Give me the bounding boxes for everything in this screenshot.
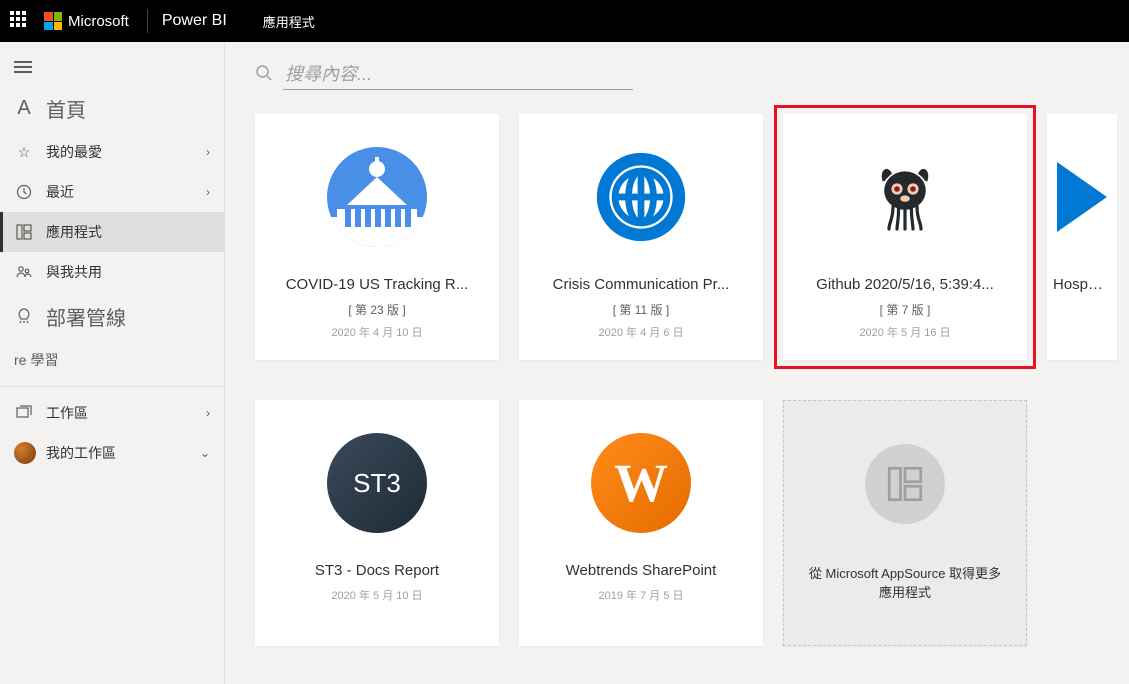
nav-learn[interactable]: re 學習 <box>0 340 224 380</box>
app-title: Crisis Communication Pr... <box>519 276 763 293</box>
nav-label: 部署管線 <box>46 302 126 331</box>
nav-pipelines[interactable]: 部署管線 <box>0 292 224 340</box>
app-version: [ 第 7 版 ] <box>880 301 931 318</box>
microsoft-logo: Microsoft <box>44 12 129 30</box>
main-content: COVID-19 US Tracking R... [ 第 23 版 ] 202… <box>225 42 1129 684</box>
app-date: 2020 年 4 月 10 日 <box>331 324 422 340</box>
apps-placeholder-icon <box>865 444 945 524</box>
nav-label: 我的最愛 <box>46 142 102 162</box>
product-name[interactable]: Power BI <box>162 12 227 30</box>
nav-label: 應用程式 <box>46 222 102 242</box>
nav-apps[interactable]: 應用程式 <box>0 212 224 252</box>
home-icon: A <box>14 97 34 120</box>
app-date: 2019 年 7 月 5 日 <box>599 587 684 603</box>
search-icon <box>255 64 273 87</box>
app-icon <box>1047 142 1117 252</box>
app-card-hospital[interactable]: Hospital <box>1047 114 1117 360</box>
app-card-webtrends[interactable]: W Webtrends SharePoint 2019 年 7 月 5 日 <box>519 400 763 646</box>
chevron-down-icon: ⌄ <box>200 446 210 460</box>
nav-label: 最近 <box>46 182 74 202</box>
apps-icon <box>14 224 34 240</box>
app-title: COVID-19 US Tracking R... <box>255 276 499 293</box>
app-card-crisis[interactable]: Crisis Communication Pr... [ 第 11 版 ] 20… <box>519 114 763 360</box>
nav-label: 與我共用 <box>46 262 102 282</box>
search-input[interactable] <box>283 60 633 90</box>
app-title: Github 2020/5/16, 5:39:4... <box>783 276 1027 293</box>
app-icon: ST3 <box>322 428 432 538</box>
app-version: [ 第 11 版 ] <box>613 301 669 318</box>
app-icon: W <box>586 428 696 538</box>
nav-label: 首頁 <box>46 94 86 123</box>
app-card-st3[interactable]: ST3 ST3 - Docs Report 2020 年 5 月 10 日 <box>255 400 499 646</box>
search-row <box>255 60 1129 90</box>
get-more-apps-card[interactable]: 從 Microsoft AppSource 取得更多應用程式 <box>783 400 1027 646</box>
app-version: [ 第 23 版 ] <box>348 301 405 318</box>
rocket-icon <box>14 307 34 325</box>
app-card-covid[interactable]: COVID-19 US Tracking R... [ 第 23 版 ] 202… <box>255 114 499 360</box>
chevron-right-icon: › <box>206 406 210 420</box>
brand-text: Microsoft <box>68 13 129 30</box>
top-bar: Microsoft Power BI 應用程式 <box>0 0 1129 42</box>
get-more-text: 從 Microsoft AppSource 取得更多應用程式 <box>784 564 1026 603</box>
nav-recent[interactable]: 最近 › <box>0 172 224 212</box>
nav-label: 我的工作區 <box>46 443 116 463</box>
chevron-right-icon: › <box>206 185 210 199</box>
app-grid: COVID-19 US Tracking R... [ 第 23 版 ] 202… <box>255 114 1129 646</box>
app-date: 2020 年 4 月 6 日 <box>599 324 684 340</box>
chevron-right-icon: › <box>206 145 210 159</box>
nav-workspaces[interactable]: 工作區 › <box>0 393 224 433</box>
breadcrumb: 應用程式 <box>263 12 315 31</box>
nav-shared[interactable]: 與我共用 <box>0 252 224 292</box>
app-card-github[interactable]: Github 2020/5/16, 5:39:4... [ 第 7 版 ] 20… <box>783 114 1027 360</box>
app-title: Hospital <box>1047 276 1117 293</box>
app-icon <box>850 142 960 252</box>
app-title: Webtrends SharePoint <box>519 562 763 579</box>
workspaces-icon <box>14 405 34 421</box>
people-icon <box>14 264 34 280</box>
app-icon <box>322 142 432 252</box>
nav-label: 學習 <box>30 350 58 370</box>
hamburger-icon[interactable] <box>0 50 224 84</box>
separator <box>0 386 224 387</box>
app-launcher-icon[interactable] <box>10 11 30 31</box>
workspace-avatar-icon <box>14 442 36 464</box>
app-title: ST3 - Docs Report <box>255 562 499 579</box>
nav-my-workspace[interactable]: 我的工作區 ⌄ <box>0 433 224 473</box>
app-icon <box>586 142 696 252</box>
app-date: 2020 年 5 月 16 日 <box>859 324 950 340</box>
nav-label: 工作區 <box>46 403 88 423</box>
learn-prefix: re <box>14 352 26 368</box>
app-date: 2020 年 5 月 10 日 <box>331 587 422 603</box>
star-icon: ☆ <box>14 144 34 161</box>
clock-icon <box>14 184 34 200</box>
sidebar: A 首頁 ☆ 我的最愛 › 最近 › 應用程式 與我共用 <box>0 42 225 684</box>
divider <box>147 9 148 33</box>
nav-favorites[interactable]: ☆ 我的最愛 › <box>0 132 224 172</box>
nav-home[interactable]: A 首頁 <box>0 84 224 132</box>
